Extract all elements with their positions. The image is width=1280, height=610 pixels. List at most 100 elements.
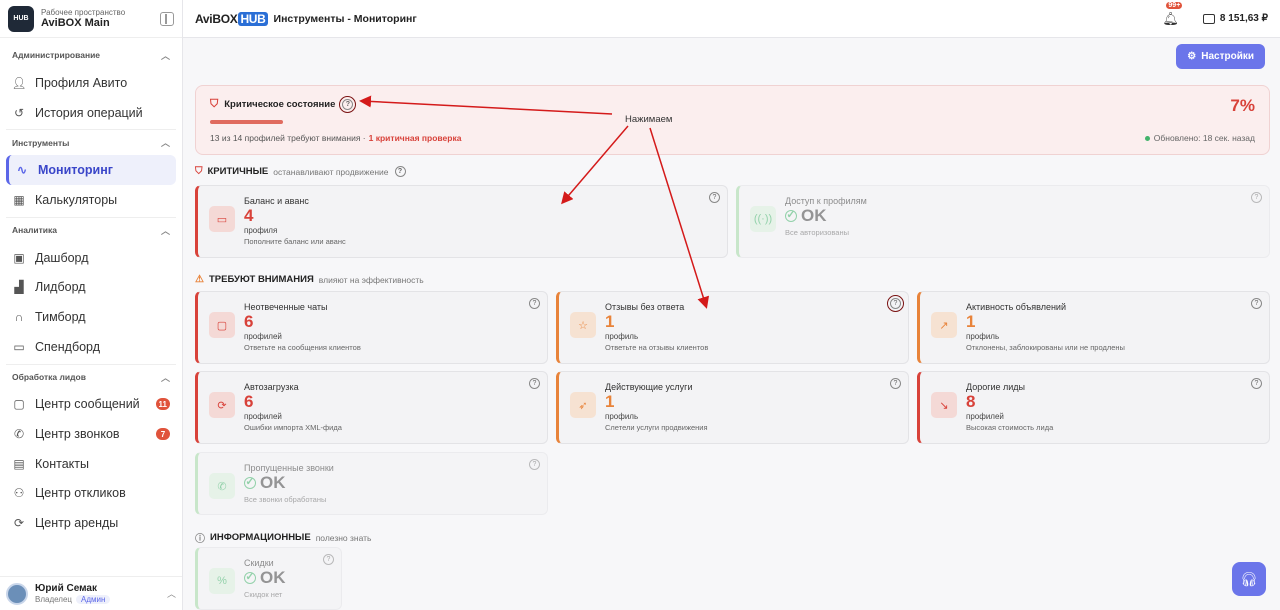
workspace-switcher[interactable]: HUB Рабочее пространство AviBOX Main xyxy=(0,0,182,38)
group-subtitle: останавливают продвижение xyxy=(273,166,389,177)
section-title: Инструменты xyxy=(12,137,70,148)
help-icon[interactable]: ? xyxy=(529,459,540,470)
history-icon: ↺ xyxy=(13,105,25,120)
card-description: Ответьте на отзывы клиентов xyxy=(605,342,709,352)
card-unit: профилей xyxy=(966,411,1004,421)
card-title: Доступ к профилям xyxy=(785,196,867,206)
sidebar-item-calls[interactable]: ✆ Центр звонков 7 xyxy=(6,419,176,449)
sidebar-item-history[interactable]: ↺ История операций xyxy=(6,98,176,128)
sidebar-item-monitoring[interactable]: ∿ Мониторинг xyxy=(6,155,176,186)
card-profile-access[interactable]: ((·)) ? Доступ к профилям ✓ OK Все автори… xyxy=(736,185,1270,258)
help-icon[interactable]: ? xyxy=(1251,378,1262,389)
group-critical-header: ⛉ КРИТИЧНЫЕ останавливают продвижение ? xyxy=(195,166,406,177)
help-icon[interactable]: ? xyxy=(529,378,540,389)
critical-title: Критическое состояние xyxy=(224,99,336,110)
phone-missed-icon: ✆ xyxy=(209,473,235,499)
card-unit: профилей xyxy=(244,331,282,341)
card-active-services[interactable]: ➶ ? Действующие услуги 1 профиль Слетели… xyxy=(556,371,909,444)
help-icon[interactable]: ? xyxy=(529,298,540,309)
sidebar-item-label: Центр аренды xyxy=(35,516,119,531)
sidebar-item-leadboard[interactable]: ▟ Лидборд xyxy=(6,272,176,302)
card-value: OK xyxy=(260,473,286,492)
help-icon[interactable]: ? xyxy=(323,554,334,565)
section-analytics[interactable]: Аналитика ︿ xyxy=(6,216,176,243)
help-icon[interactable]: ? xyxy=(1251,192,1262,203)
bell-icon: 🔔︎ xyxy=(1162,10,1179,26)
card-expensive-leads[interactable]: ↘ ? Дорогие лиды 8 профилей Высокая стои… xyxy=(917,371,1270,444)
sidebar-item-teamboard[interactable]: ∩ Тимборд xyxy=(6,302,176,332)
sidebar-item-rental[interactable]: ⟳ Центр аренды xyxy=(6,508,176,538)
workspace-subtitle: Рабочее пространство xyxy=(41,7,126,17)
check-circle-icon: ✓ xyxy=(244,476,256,489)
settings-button[interactable]: ⚙ Настройки xyxy=(1176,44,1265,69)
help-icon[interactable]: ? xyxy=(1251,298,1262,309)
card-autoload[interactable]: ⟳ ? Автозагрузка 6 профилей Ошибки импор… xyxy=(195,371,548,444)
notifications-button[interactable]: 🔔︎ 99+ xyxy=(1162,1,1183,27)
headset-icon: 🎧︎ xyxy=(1240,570,1258,587)
user-role: Владелец xyxy=(35,594,73,604)
card-description: Скидок нет xyxy=(244,589,283,599)
card-title: Скидки xyxy=(244,558,274,568)
balance-value: 8 151,63 ₽ xyxy=(1219,13,1268,24)
sidebar-item-messages[interactable]: ▢ Центр сообщений 11 xyxy=(6,390,176,420)
help-icon[interactable]: ? xyxy=(709,192,720,203)
help-icon[interactable]: ? xyxy=(394,166,406,177)
balance[interactable]: 8 151,63 ₽ xyxy=(1202,13,1268,24)
group-info-header: ⓘ ИНФОРМАЦИОННЫЕ полезно знать xyxy=(195,530,371,545)
card-unit: профиль xyxy=(605,411,639,421)
sidebar-item-responses[interactable]: ⚇ Центр откликов xyxy=(6,479,176,509)
chevron-up-icon: ︿ xyxy=(160,138,170,149)
chevron-up-icon: ︿ xyxy=(160,50,170,61)
unread-badge: 11 xyxy=(155,398,170,411)
card-description: Слетели услуги продвижения xyxy=(605,422,708,432)
user-menu[interactable]: Юрий Семак Владелец Админ ︿ xyxy=(0,576,182,610)
support-chat-button[interactable]: 🎧︎ xyxy=(1232,562,1266,596)
card-title: Отзывы без ответа xyxy=(605,302,685,312)
card-balance[interactable]: ▭ ? Баланс и аванс 4 профиля Пополните б… xyxy=(195,185,728,258)
critical-alert-link[interactable]: 1 критичная проверка xyxy=(369,133,462,143)
card-missed-calls[interactable]: ✆ ? Пропущенные звонки ✓ OK Все звонки об… xyxy=(195,452,548,515)
sidebar-item-label: Центр звонков xyxy=(35,427,120,442)
card-value: 8 xyxy=(966,392,976,411)
card-unanswered-chats[interactable]: ▢ ? Неотвеченные чаты 6 профилей Ответьт… xyxy=(195,291,548,364)
status-dot xyxy=(1144,136,1150,141)
sidebar-item-spendboard[interactable]: ▭ Спендборд xyxy=(6,332,176,362)
help-icon[interactable]: ? xyxy=(890,378,901,389)
card-value: 1 xyxy=(966,312,976,331)
card-ad-activity[interactable]: ↗ ? Активность объявлений 1 профиль Откл… xyxy=(917,291,1270,364)
collapse-sidebar-icon[interactable] xyxy=(160,11,174,26)
card-discounts[interactable]: % ? Скидки ✓ OK Скидок нет xyxy=(195,547,342,610)
section-lead-processing[interactable]: Обработка лидов ︿ xyxy=(6,363,176,390)
brand-logo[interactable]: AviBOX HUB xyxy=(195,11,268,26)
help-icon[interactable]: ? xyxy=(887,295,904,312)
sidebar-item-label: Калькуляторы xyxy=(35,192,118,207)
help-icon[interactable]: ? xyxy=(339,96,357,113)
card-value: OK xyxy=(260,568,286,587)
sidebar-item-calculators[interactable]: ▦ Калькуляторы xyxy=(6,185,176,215)
critical-progress-bar xyxy=(210,120,283,124)
sidebar-item-label: Лидборд xyxy=(35,280,86,295)
phone-icon: ✆ xyxy=(13,427,25,442)
section-tools[interactable]: Инструменты ︿ xyxy=(6,129,176,155)
card-value: 6 xyxy=(244,392,254,411)
sidebar-item-label: История операций xyxy=(35,105,143,120)
sidebar-item-avito-profiles[interactable]: 👤︎ Профиля Авито xyxy=(6,68,176,98)
card-unit: профилей xyxy=(244,411,282,421)
card-value: 1 xyxy=(605,312,615,331)
check-circle-icon: ✓ xyxy=(785,209,797,222)
trending-down-icon: ↘ xyxy=(931,392,957,418)
critical-summary: 13 из 14 профилей требуют внимания · xyxy=(210,133,366,143)
card-title: Активность объявлений xyxy=(966,302,1066,312)
sidebar-item-label: Тимборд xyxy=(35,309,86,324)
critical-state-banner: ⛉ Критическое состояние ? 7% 13 из 14 пр… xyxy=(195,85,1270,155)
chart-icon: ▟ xyxy=(14,280,24,295)
card-unanswered-reviews[interactable]: ☆ ? Отзывы без ответа 1 профиль Ответьте… xyxy=(556,291,909,364)
sidebar-item-dashboard[interactable]: ▣ Дашборд xyxy=(6,243,176,273)
user-plus-icon: ⚇ xyxy=(13,486,25,501)
refresh-icon: ⟳ xyxy=(13,516,25,531)
sidebar-item-contacts[interactable]: ▤ Контакты xyxy=(6,449,176,479)
card-description: Ошибки импорта XML-фида xyxy=(244,422,342,432)
chat-icon: ▢ xyxy=(13,397,25,412)
section-administration[interactable]: Администрирование ︿ xyxy=(6,42,176,68)
headset-icon: ∩ xyxy=(14,309,24,324)
